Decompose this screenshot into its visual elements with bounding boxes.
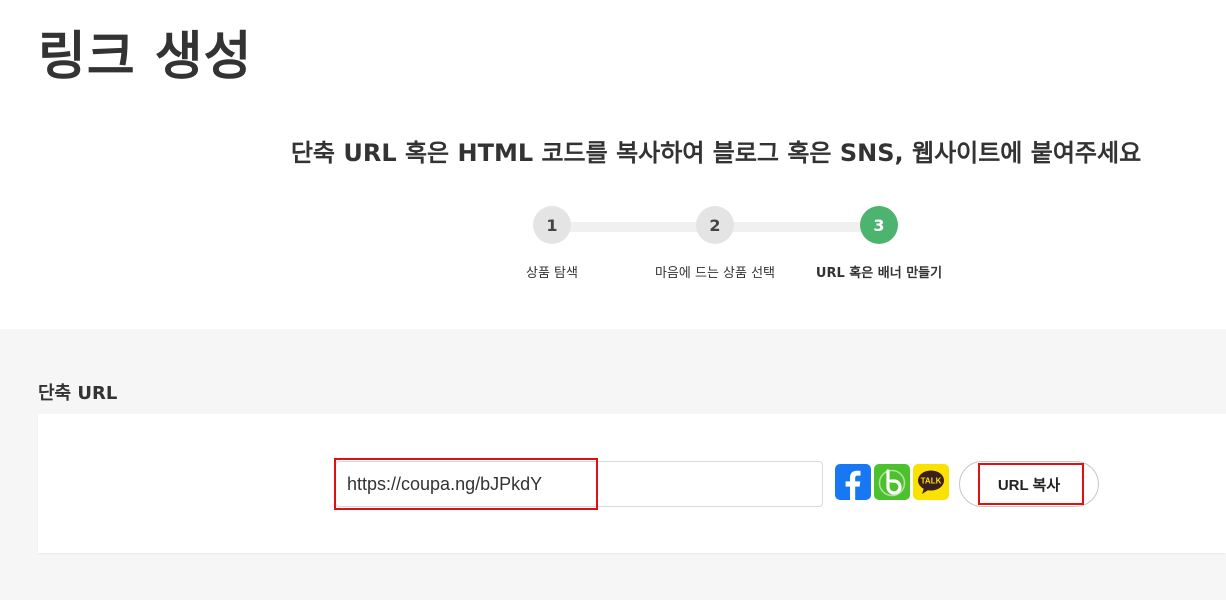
step-1-number: 1	[533, 206, 571, 244]
step-3-number: 3	[860, 206, 898, 244]
url-copy-button[interactable]: URL 복사	[959, 461, 1099, 507]
kakaotalk-share-button[interactable]: TALK	[913, 464, 949, 500]
kakaotalk-icon: TALK	[918, 470, 944, 494]
step-2-label: 마음에 드는 상품 선택	[654, 266, 776, 281]
step-indicator: 1 상품 탐색 2 마음에 드는 상품 선택 3 URL 혹은 배너 만들기	[490, 206, 960, 296]
facebook-share-button[interactable]	[835, 464, 871, 500]
step-2-number: 2	[696, 206, 734, 244]
facebook-icon	[845, 470, 861, 500]
kakaotalk-icon-text: TALK	[921, 477, 942, 486]
short-url-section-label: 단축 URL	[38, 383, 118, 404]
band-icon	[878, 469, 906, 497]
step-1: 1 상품 탐색	[472, 206, 632, 281]
instructions-text: 단축 URL 혹은 HTML 코드를 복사하여 블로그 혹은 SNS, 웹사이트…	[290, 139, 1142, 167]
step-1-label: 상품 탐색	[526, 266, 578, 281]
page-title: 링크 생성	[38, 27, 253, 87]
short-url-input[interactable]	[335, 461, 823, 507]
step-2: 2 마음에 드는 상품 선택	[635, 206, 795, 281]
step-3-label: URL 혹은 배너 만들기	[815, 266, 943, 281]
step-3: 3 URL 혹은 배너 만들기	[799, 206, 959, 281]
band-share-button[interactable]	[874, 464, 910, 500]
